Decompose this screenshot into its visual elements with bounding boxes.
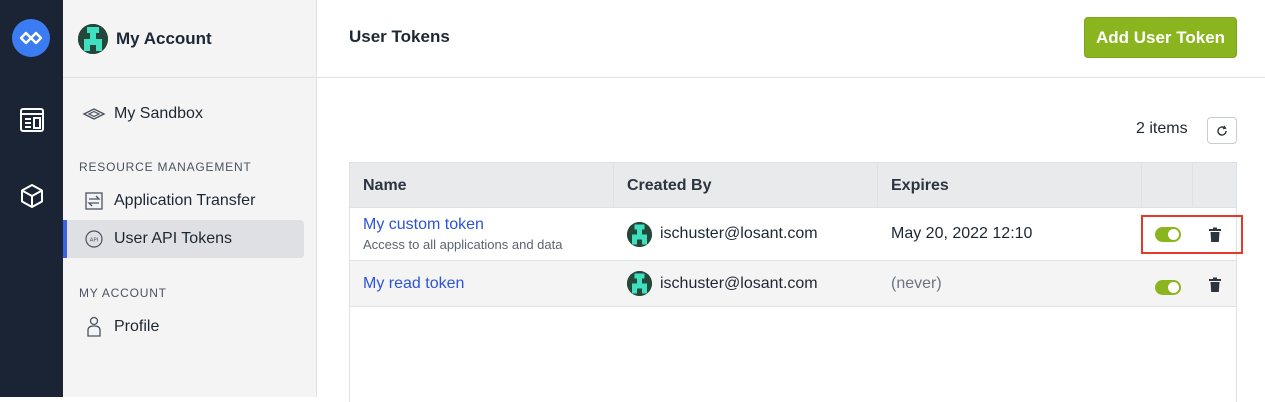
- refresh-icon: [1217, 125, 1227, 136]
- table-row: My read token ischuster@losant.com (neve…: [350, 261, 1236, 307]
- created-by-cell: ischuster@losant.com: [614, 261, 877, 306]
- api-icon: API: [82, 227, 106, 251]
- column-header-expires[interactable]: Expires: [878, 163, 1142, 208]
- sidebar-item-label: My Sandbox: [114, 105, 203, 122]
- sidebar-item-application-transfer[interactable]: Application Transfer: [63, 182, 304, 220]
- transfer-icon: [82, 189, 106, 213]
- created-by-email: ischuster@losant.com: [660, 274, 818, 292]
- dashboard-icon[interactable]: [18, 106, 46, 134]
- page-title: User Tokens: [349, 27, 450, 46]
- main-header: User Tokens Add User Token: [317, 0, 1265, 78]
- token-name-link[interactable]: My read token: [363, 275, 464, 293]
- losant-logo-icon[interactable]: [12, 19, 50, 57]
- sidebar-item-user-api-tokens[interactable]: API User API Tokens: [63, 220, 304, 258]
- avatar: [627, 221, 652, 247]
- account-sidebar: My Account My Sandbox RESOURCE MANAGEMEN…: [63, 0, 317, 397]
- sidebar-header: My Account: [63, 0, 316, 78]
- created-by-email: ischuster@losant.com: [660, 225, 818, 242]
- section-resource-management: RESOURCE MANAGEMENT: [79, 160, 252, 174]
- svg-text:API: API: [90, 237, 99, 243]
- avatar: [627, 271, 652, 296]
- column-header-created-by[interactable]: Created By: [614, 163, 878, 208]
- sidebar-item-profile[interactable]: Profile: [63, 308, 304, 346]
- expires-cell: May 20, 2022 12:10: [891, 225, 1033, 242]
- section-my-account: MY ACCOUNT: [79, 286, 167, 300]
- avatar: [78, 23, 108, 54]
- created-by-cell: ischuster@losant.com: [614, 208, 877, 260]
- person-icon: [82, 315, 106, 339]
- trash-icon[interactable]: [1208, 277, 1222, 293]
- table-row: My custom token Access to all applicatio…: [350, 208, 1236, 261]
- column-header-name[interactable]: Name: [350, 163, 614, 208]
- cube-icon[interactable]: [18, 182, 46, 210]
- add-user-token-button[interactable]: Add User Token: [1084, 17, 1237, 58]
- expires-cell: (never): [891, 274, 942, 292]
- tokens-table: Name Created By Expires My custom token …: [349, 162, 1237, 402]
- token-name-cell: My custom token Access to all applicatio…: [350, 208, 613, 260]
- sandbox-icon: [82, 102, 106, 126]
- table-header: Name Created By Expires: [350, 163, 1236, 208]
- sidebar-item-label: Profile: [114, 318, 160, 335]
- sidebar-item-sandbox[interactable]: My Sandbox: [63, 95, 304, 133]
- token-name-cell: My read token: [350, 261, 613, 306]
- sidebar-item-label: Application Transfer: [114, 192, 256, 209]
- token-name-link[interactable]: My custom token: [363, 216, 484, 234]
- sidebar-item-label: User API Tokens: [114, 230, 232, 247]
- token-description: Access to all applications and data: [363, 237, 563, 252]
- sidebar-title: My Account: [116, 28, 212, 48]
- token-enabled-toggle[interactable]: [1155, 280, 1181, 295]
- items-count: 2 items: [1136, 120, 1188, 137]
- highlight-annotation-box: [1141, 215, 1243, 254]
- app-rail: [0, 0, 63, 397]
- refresh-button[interactable]: [1207, 117, 1237, 144]
